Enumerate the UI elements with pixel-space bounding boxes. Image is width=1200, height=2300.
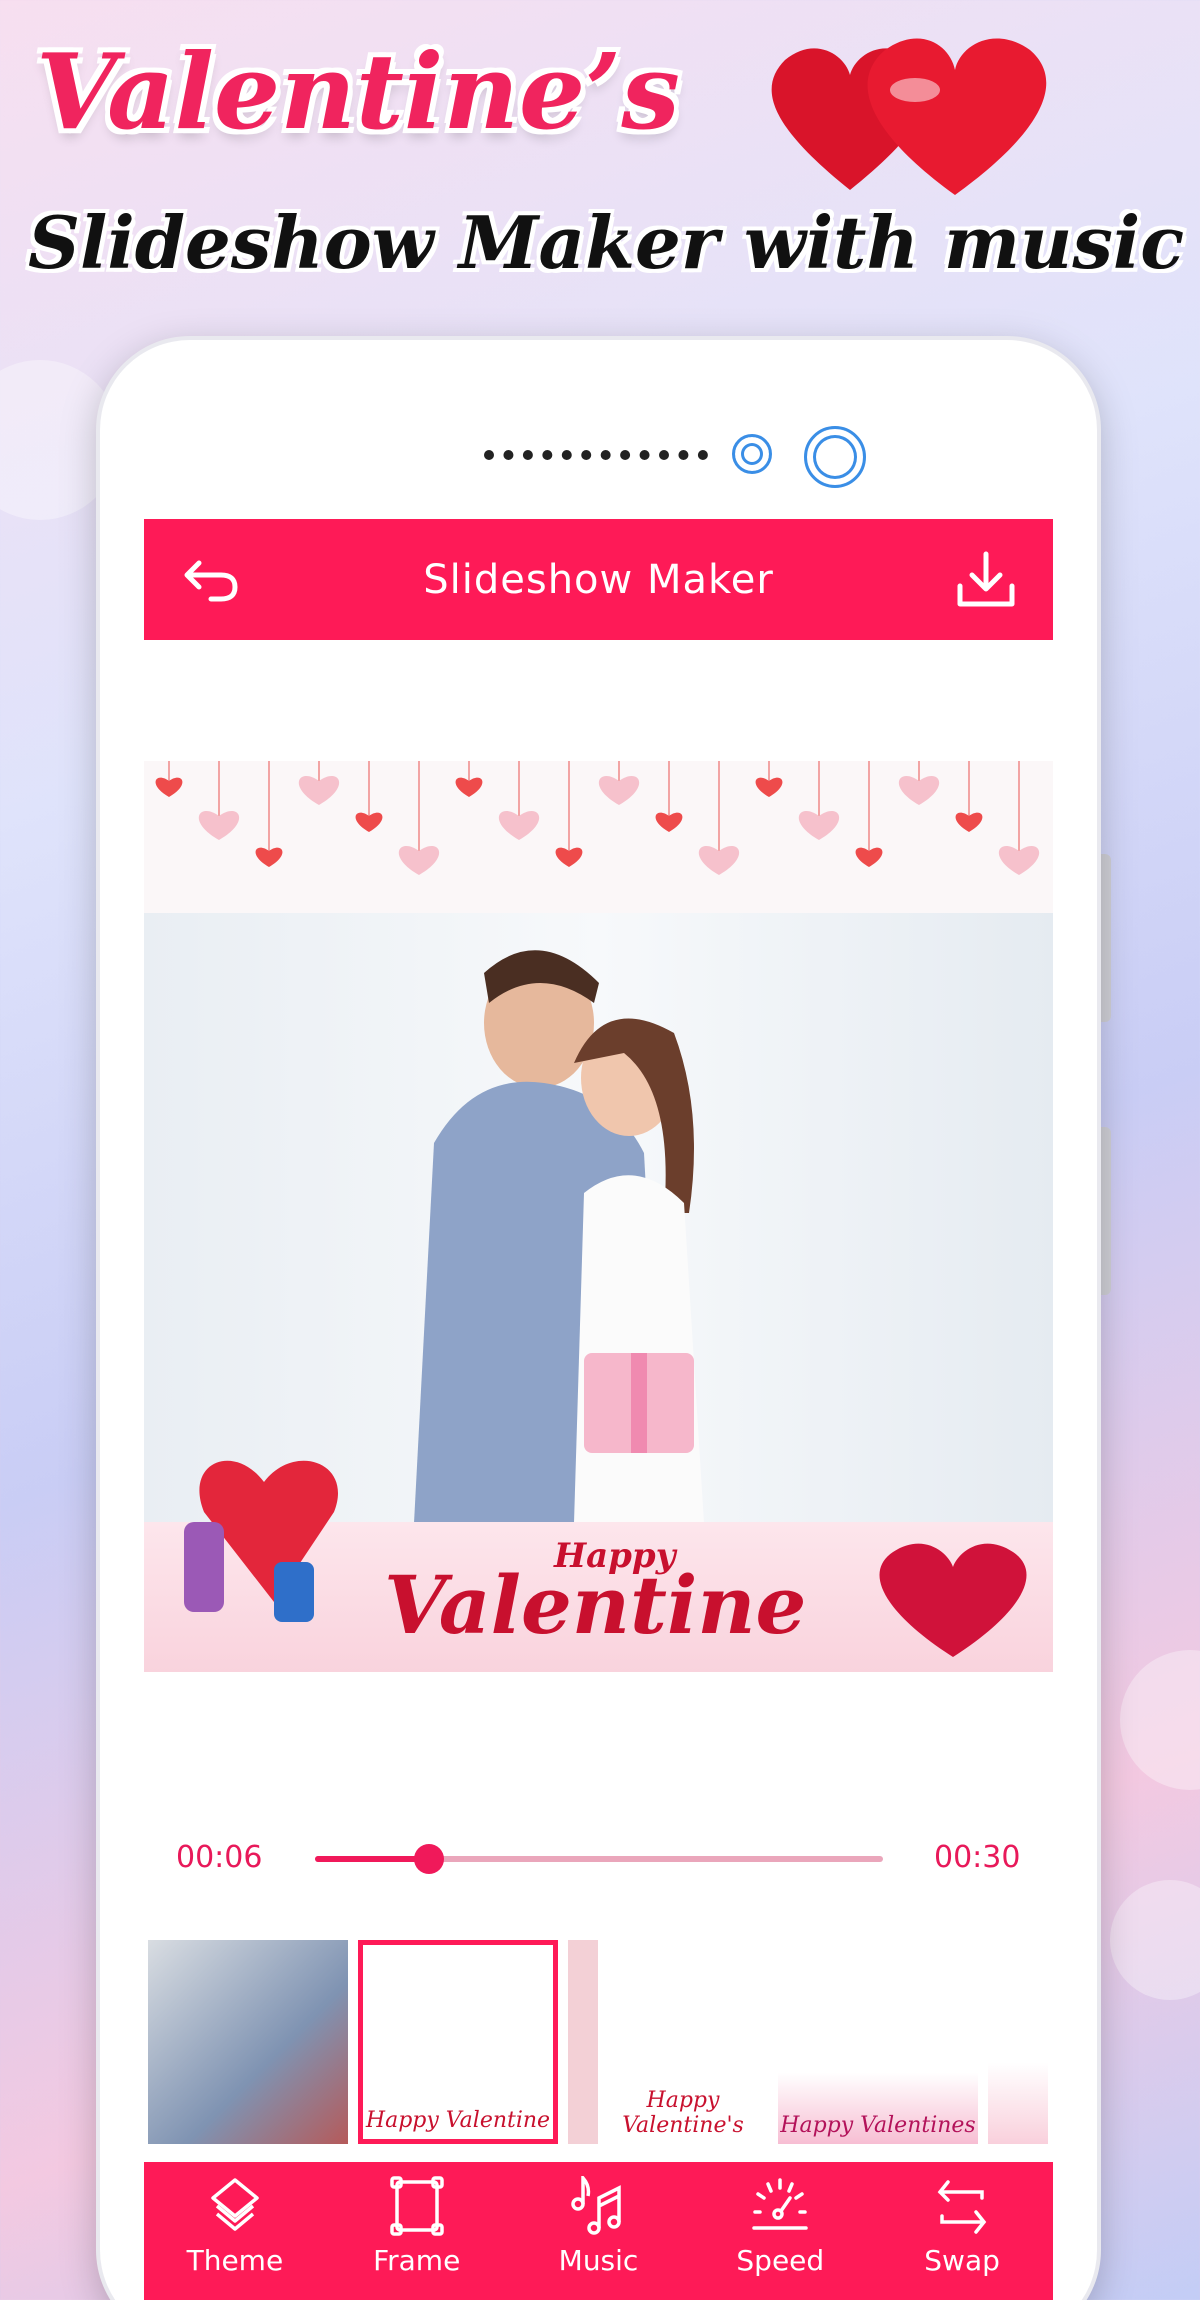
nav-label: Theme [186, 2244, 284, 2277]
current-time: 00:06 [176, 1840, 263, 1875]
frame-thumbnails: Happy Valentine Happy Valentine's Happy … [148, 1940, 1053, 2144]
nav-frame[interactable]: Frame [326, 2162, 508, 2300]
back-button[interactable] [180, 549, 242, 611]
thumbnail-frame-selected[interactable]: Happy Valentine [358, 1940, 558, 2144]
music-note-icon [571, 2176, 622, 2235]
promo-title: Valentine’s [36, 30, 680, 153]
thumbnail-frame[interactable]: Happy Valentines [778, 1940, 978, 2144]
nav-label: Speed [736, 2244, 825, 2277]
nav-theme[interactable]: Theme [144, 2162, 326, 2300]
swap-icon [937, 2180, 987, 2234]
seek-bar-progress [315, 1856, 429, 1862]
slideshow-preview[interactable]: Happy Valentine [144, 761, 1053, 1672]
seek-bar[interactable] [315, 1844, 883, 1874]
cartoon-couple-icon [184, 1460, 338, 1622]
download-icon [957, 551, 1015, 607]
promo-subtitle: Slideshow Maker with music [28, 200, 1185, 285]
playback-timeline: 00:06 00:30 [144, 1832, 1053, 1888]
total-time: 00:30 [934, 1840, 1021, 1875]
hanging-hearts-decoration [155, 761, 1040, 875]
thumbnail-caption: Happy Valentine's [622, 2088, 744, 2138]
bokeh [1120, 1650, 1200, 1790]
app-header: Slideshow Maker [144, 519, 1053, 640]
speaker-grille [484, 450, 708, 460]
heart-box-icon [879, 1543, 1027, 1657]
couple-photo [144, 913, 1053, 1523]
nav-swap[interactable]: Swap [871, 2162, 1053, 2300]
nav-label: Frame [373, 2244, 461, 2277]
banner-small-text: Happy [554, 1536, 676, 1576]
thumbnail-frame[interactable] [988, 1940, 1048, 2144]
bokeh [1110, 1880, 1200, 2000]
header-title: Slideshow Maker [423, 556, 774, 603]
nav-label: Swap [924, 2244, 1000, 2277]
volume-button [1097, 854, 1111, 1022]
camera-icon [804, 426, 866, 488]
back-arrow-icon [184, 560, 238, 602]
nav-music[interactable]: Music [508, 2162, 690, 2300]
speedometer-icon [752, 2178, 809, 2230]
frame-icon [389, 2176, 444, 2236]
thumbnail-caption: Happy Valentines [780, 2113, 976, 2138]
sensor-icon [732, 434, 772, 474]
thumbnail-caption: Happy Valentine [365, 2108, 551, 2133]
nav-label: Music [558, 2244, 639, 2277]
thumbnail-frame[interactable]: Happy Valentine's [568, 1940, 768, 2144]
power-button [1097, 1127, 1111, 1295]
layers-icon [211, 2178, 259, 2231]
hearts-icon [771, 38, 1047, 196]
download-button[interactable] [955, 549, 1017, 611]
thumbnail-photo[interactable] [148, 1940, 348, 2144]
bottom-toolbar: Theme Frame Music Speed Swap [144, 2162, 1053, 2300]
seek-bar-thumb[interactable] [413, 1844, 444, 1874]
happy-valentine-banner: Happy Valentine [144, 1460, 1053, 1672]
nav-speed[interactable]: Speed [689, 2162, 871, 2300]
